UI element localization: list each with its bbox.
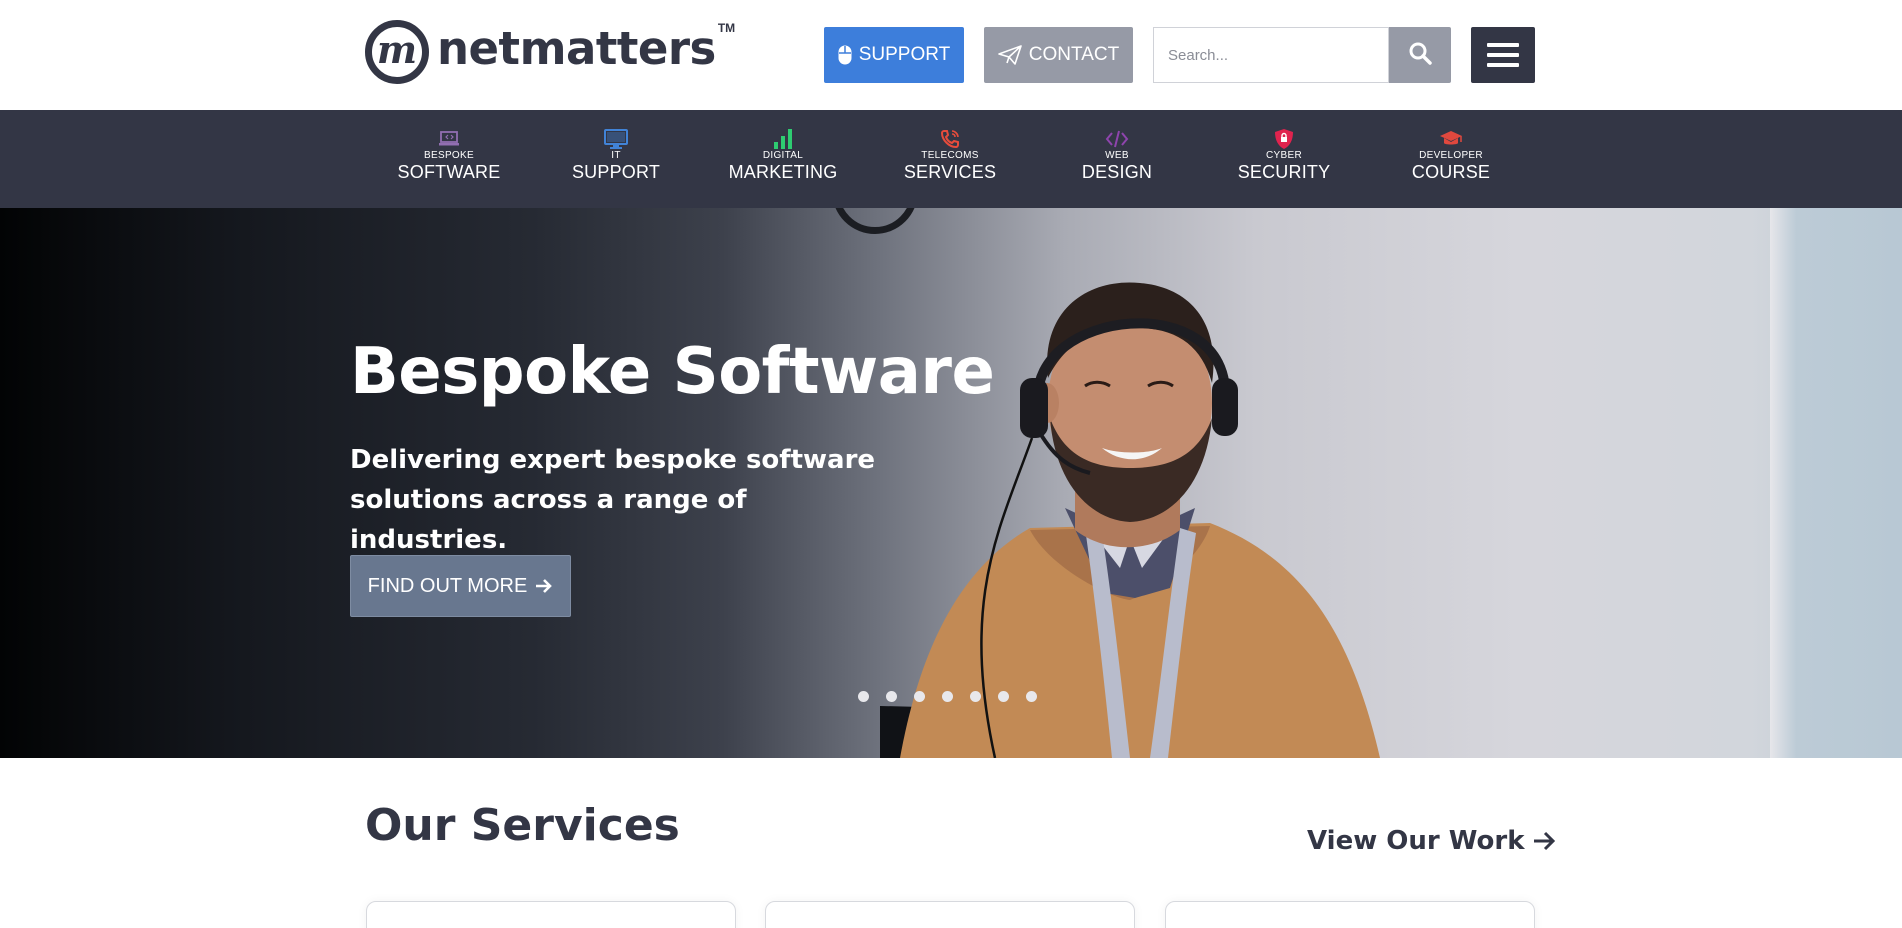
view-our-work-label: View Our Work: [1307, 826, 1525, 856]
nav-item-telecoms-services[interactable]: TELECOMS SERVICES: [875, 110, 1025, 208]
nav-item-small-label: WEB: [1105, 150, 1129, 161]
shield-icon: [1274, 128, 1294, 150]
nav-item-label: DESIGN: [1081, 162, 1153, 182]
our-services-heading: Our Services: [365, 800, 680, 851]
contact-button[interactable]: CONTACT: [984, 27, 1133, 83]
nav-item-small-label: DIGITAL: [762, 150, 804, 161]
logo-trademark: TM: [717, 21, 736, 35]
search-placeholder: Search...: [1168, 46, 1229, 64]
search-icon: [1408, 41, 1432, 70]
carousel-dot[interactable]: [858, 691, 869, 702]
graduation-cap-icon: [1439, 128, 1463, 150]
netmatters-logo[interactable]: m netmatters TM: [365, 18, 740, 86]
service-card[interactable]: [366, 901, 736, 928]
contact-button-label: CONTACT: [1028, 44, 1120, 65]
hero-background-wall: [1770, 208, 1902, 758]
paper-plane-icon: [997, 45, 1022, 65]
desktop-icon: [604, 128, 628, 150]
hero-banner: Bespoke Software Delivering expert bespo…: [0, 208, 1902, 758]
nav-item-bespoke-software[interactable]: BESPOKE SOFTWARE: [374, 110, 524, 208]
carousel-dot[interactable]: [998, 691, 1009, 702]
service-card[interactable]: [1165, 901, 1535, 928]
laptop-code-icon: [438, 128, 460, 150]
arrow-right-icon: [1533, 831, 1557, 851]
search-button[interactable]: [1389, 27, 1451, 83]
nav-item-small-label: BESPOKE: [424, 150, 474, 161]
nav-item-label: SERVICES: [903, 162, 997, 182]
nav-item-digital-marketing[interactable]: DIGITAL MARKETING: [708, 110, 858, 208]
hamburger-menu-button[interactable]: [1471, 27, 1535, 83]
nav-item-cyber-security[interactable]: CYBER SECURITY: [1209, 110, 1359, 208]
hero-title: Bespoke Software: [350, 335, 995, 409]
nav-item-label: SOFTWARE: [397, 162, 501, 182]
carousel-dot[interactable]: [914, 691, 925, 702]
hero-subtitle: Delivering expert bespoke software solut…: [350, 445, 876, 555]
carousel-dots: [858, 691, 1037, 702]
phone-volume-icon: [940, 128, 960, 150]
nav-item-developer-course[interactable]: DEVELOPER COURSE: [1376, 110, 1526, 208]
find-out-more-button[interactable]: FIND OUT MORE: [350, 555, 571, 617]
services-nav: BESPOKE SOFTWARE IT SUPPORT DIGITAL MARK…: [0, 110, 1902, 208]
nav-item-label: MARKETING: [728, 162, 838, 182]
carousel-dot[interactable]: [970, 691, 981, 702]
support-button-label: SUPPORT: [858, 44, 951, 65]
nav-item-web-design[interactable]: WEB DESIGN: [1042, 110, 1192, 208]
carousel-dot[interactable]: [886, 691, 897, 702]
search-input[interactable]: Search...: [1153, 27, 1389, 83]
bar-chart-icon: [773, 128, 793, 150]
site-header: m netmatters TM SUPPORT CONTACT Search..…: [0, 0, 1902, 110]
support-button[interactable]: SUPPORT: [824, 27, 964, 83]
view-our-work-link[interactable]: View Our Work: [1307, 826, 1557, 856]
nav-item-small-label: DEVELOPER: [1419, 150, 1483, 161]
service-card[interactable]: [765, 901, 1135, 928]
logo-mark: m: [365, 20, 429, 84]
nav-item-it-support[interactable]: IT SUPPORT: [541, 110, 691, 208]
nav-item-small-label: TELECOMS: [921, 150, 979, 161]
logo-text: netmatters: [437, 21, 716, 75]
hero-background-clock: [832, 208, 918, 234]
nav-item-small-label: CYBER: [1266, 150, 1302, 161]
carousel-dot[interactable]: [942, 691, 953, 702]
find-out-more-label: FIND OUT MORE: [367, 574, 528, 597]
code-icon: [1105, 128, 1129, 150]
hamburger-menu-icon: [1487, 43, 1519, 47]
nav-item-label: SECURITY: [1237, 162, 1331, 182]
carousel-dot[interactable]: [1026, 691, 1037, 702]
nav-item-small-label: IT: [611, 150, 621, 161]
arrow-right-icon: [535, 578, 553, 594]
nav-item-label: SUPPORT: [571, 162, 661, 182]
mouse-icon: [838, 45, 852, 65]
nav-item-label: COURSE: [1411, 162, 1491, 182]
